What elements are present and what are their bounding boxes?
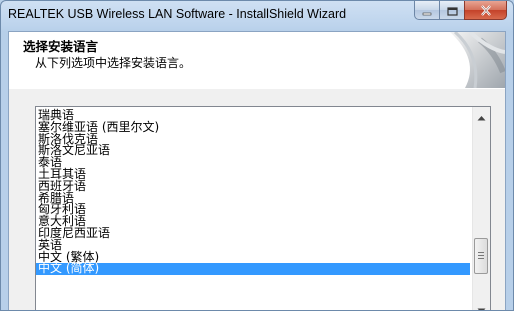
scroll-up-button[interactable] [473,107,490,124]
language-option[interactable]: 斯洛文尼亚语 [36,144,470,157]
language-option[interactable]: 中文 (繁体) [36,251,470,264]
thumb-grip [478,258,484,259]
header-divider [9,88,505,91]
language-option[interactable]: 希腊语 [36,192,470,205]
language-option[interactable]: 中文 (简体) [36,262,470,276]
page-subtitle: 从下列选项中选择安装语言。 [35,56,192,70]
page-title: 选择安装语言 [23,39,99,54]
maximize-icon [446,1,458,20]
wizard-client-area: 选择安装语言 从下列选项中选择安装语言。 瑞典语 塞尔维亚语 (西里尔文) 斯洛伐克… [8,31,506,310]
close-icon [480,1,492,20]
caption-buttons [414,1,507,21]
language-option[interactable]: 匈牙利语 [36,203,470,216]
scrollbar-thumb[interactable] [474,238,488,274]
scroll-down-icon [477,299,486,310]
language-option[interactable]: 西班牙语 [36,180,470,193]
language-list: 瑞典语 塞尔维亚语 (西里尔文) 斯洛伐克语 斯洛文尼亚语 泰语 土耳其语 西班牙语 希腊语匈… [36,109,470,276]
wizard-header: 选择安装语言 从下列选项中选择安装语言。 [9,32,505,89]
window-title: REALTEK USB Wireless LAN Software - Inst… [8,7,347,21]
thumb-grip [478,252,484,253]
title-bar[interactable]: REALTEK USB Wireless LAN Software - Inst… [1,1,513,31]
language-option[interactable]: 泰语 [36,156,470,169]
thumb-grip [478,255,484,256]
vertical-scrollbar[interactable] [472,107,490,310]
installshield-window: REALTEK USB Wireless LAN Software - Inst… [0,0,514,311]
scroll-up-icon [477,107,486,125]
language-option[interactable]: 英语 [36,239,470,252]
installshield-graphic [395,32,505,88]
scroll-down-button[interactable] [473,299,490,310]
language-option[interactable]: 土耳其语 [36,168,470,181]
language-listbox[interactable]: 瑞典语 塞尔维亚语 (西里尔文) 斯洛伐克语 斯洛文尼亚语 泰语 土耳其语 西班牙语 希腊语匈… [35,106,491,310]
minimize-icon [422,1,432,20]
maximize-button[interactable] [439,1,465,20]
language-option[interactable]: 塞尔维亚语 (西里尔文) [36,121,470,134]
language-option[interactable]: 印度尼西亚语 [36,227,470,240]
minimize-button[interactable] [414,1,440,20]
close-button[interactable] [464,1,507,20]
